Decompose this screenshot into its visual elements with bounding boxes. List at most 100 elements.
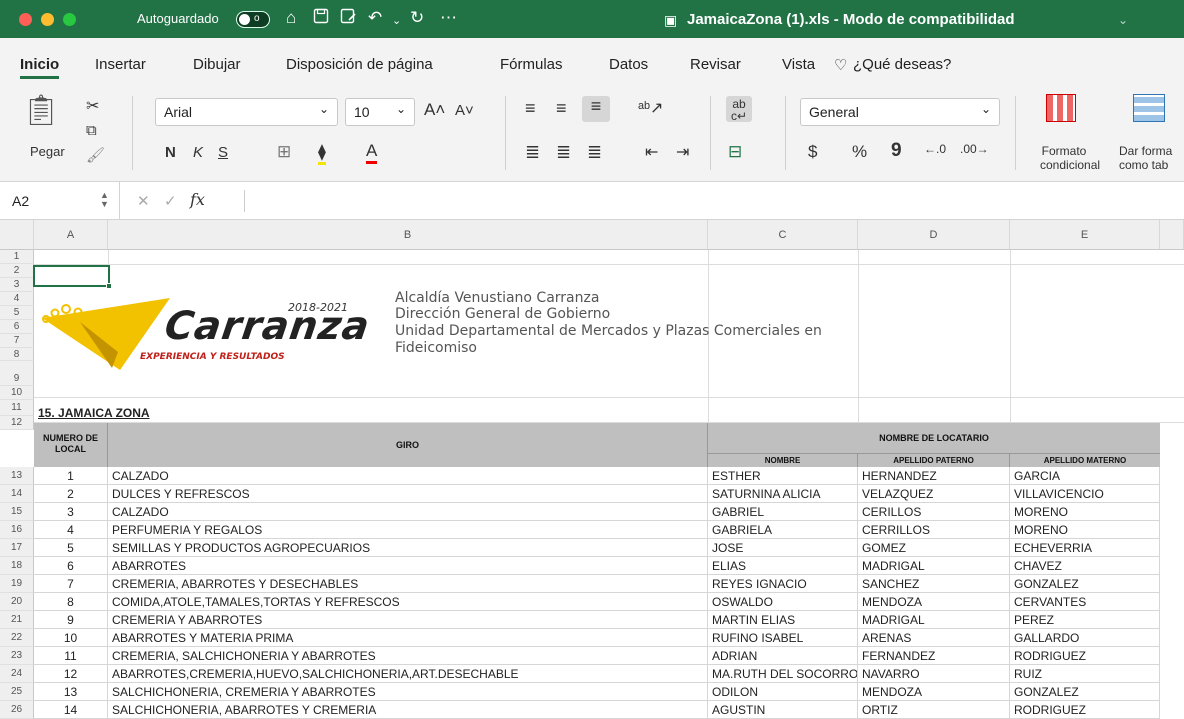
- col-header-d[interactable]: D: [858, 220, 1010, 250]
- cell-nombre[interactable]: AGUSTIN: [708, 701, 858, 719]
- row-header[interactable]: 20: [0, 593, 34, 611]
- cell-materno[interactable]: MORENO: [1010, 521, 1160, 539]
- wrap-text-icon[interactable]: ab c↵: [726, 96, 752, 122]
- minimize-window-button[interactable]: [41, 13, 54, 26]
- cell-num[interactable]: 1: [34, 467, 108, 485]
- cell-materno[interactable]: GONZALEZ: [1010, 575, 1160, 593]
- cell-nombre[interactable]: ADRIAN: [708, 647, 858, 665]
- conditional-format-icon[interactable]: [1046, 94, 1076, 122]
- row-header[interactable]: 7: [0, 334, 34, 348]
- increase-font-icon[interactable]: A˄: [424, 100, 445, 120]
- cell-paterno[interactable]: CERRILLOS: [858, 521, 1010, 539]
- decrease-font-icon[interactable]: A˅: [455, 102, 474, 119]
- cell-giro[interactable]: SALCHICHONERIA, CREMERIA Y ABARROTES: [108, 683, 708, 701]
- cell-num[interactable]: 13: [34, 683, 108, 701]
- merge-center-icon[interactable]: ⊟: [728, 142, 742, 162]
- autosave-toggle[interactable]: o: [236, 11, 270, 28]
- cell-materno[interactable]: MORENO: [1010, 503, 1160, 521]
- align-left-icon[interactable]: ≣: [525, 142, 540, 163]
- cell-materno[interactable]: GALLARDO: [1010, 629, 1160, 647]
- col-header-f[interactable]: [1160, 220, 1184, 250]
- cell-giro[interactable]: DULCES Y REFRESCOS: [108, 485, 708, 503]
- conditional-format-button[interactable]: Formato condicional: [1040, 144, 1100, 172]
- font-size-select[interactable]: 10 ⌄: [345, 98, 415, 126]
- tab-disposicion[interactable]: Disposición de página: [286, 56, 433, 73]
- cell-paterno[interactable]: SANCHEZ: [858, 575, 1010, 593]
- row-header[interactable]: 22: [0, 629, 34, 647]
- cell-num[interactable]: 9: [34, 611, 108, 629]
- save-as-icon[interactable]: [340, 8, 357, 29]
- orientation-icon[interactable]: ᵃᵇ↗: [638, 98, 663, 118]
- cell-num[interactable]: 14: [34, 701, 108, 719]
- col-header-c[interactable]: C: [708, 220, 858, 250]
- cell-materno[interactable]: GONZALEZ: [1010, 683, 1160, 701]
- row-header[interactable]: 10: [0, 386, 34, 400]
- row-header[interactable]: 6: [0, 320, 34, 334]
- row-header[interactable]: 1: [0, 250, 34, 264]
- name-box[interactable]: A2 ▲ ▼: [0, 182, 120, 220]
- format-as-table-button[interactable]: Dar forma como tab: [1119, 144, 1172, 172]
- cell-num[interactable]: 8: [34, 593, 108, 611]
- percent-button[interactable]: %: [852, 142, 867, 162]
- cell-nombre[interactable]: ESTHER: [708, 467, 858, 485]
- cell-paterno[interactable]: MENDOZA: [858, 683, 1010, 701]
- comma-style-button[interactable]: 9: [891, 140, 902, 162]
- paste-icon[interactable]: 📋︎: [22, 96, 60, 126]
- font-name-select[interactable]: Arial ⌄: [155, 98, 338, 126]
- cell-num[interactable]: 3: [34, 503, 108, 521]
- row-header[interactable]: 3: [0, 278, 34, 292]
- cell-paterno[interactable]: MADRIGAL: [858, 611, 1010, 629]
- row-header[interactable]: 4: [0, 292, 34, 306]
- cell-nombre[interactable]: ODILON: [708, 683, 858, 701]
- align-top-icon[interactable]: ≡: [525, 98, 536, 119]
- tab-revisar[interactable]: Revisar: [690, 56, 741, 73]
- cut-icon[interactable]: ✂: [86, 96, 99, 116]
- cell-paterno[interactable]: FERNANDEZ: [858, 647, 1010, 665]
- bold-button[interactable]: N: [165, 144, 176, 161]
- fill-color-icon[interactable]: ⧫: [318, 142, 326, 165]
- cell-paterno[interactable]: CERILLOS: [858, 503, 1010, 521]
- tab-insertar[interactable]: Insertar: [95, 56, 146, 73]
- cell-nombre[interactable]: REYES IGNACIO: [708, 575, 858, 593]
- row-header[interactable]: 18: [0, 557, 34, 575]
- cell-nombre[interactable]: RUFINO ISABEL: [708, 629, 858, 647]
- format-painter-icon[interactable]: 🖌︎: [86, 146, 105, 164]
- row-header[interactable]: 19: [0, 575, 34, 593]
- select-all-corner[interactable]: [0, 220, 34, 250]
- cell-num[interactable]: 4: [34, 521, 108, 539]
- tab-formulas[interactable]: Fórmulas: [500, 56, 563, 73]
- undo-dropdown-icon[interactable]: ⌄: [392, 11, 401, 31]
- cell-materno[interactable]: GARCIA: [1010, 467, 1160, 485]
- row-header[interactable]: 12: [0, 416, 34, 430]
- row-header[interactable]: 23: [0, 647, 34, 665]
- cell-num[interactable]: 11: [34, 647, 108, 665]
- col-header-e[interactable]: E: [1010, 220, 1160, 250]
- cell-num[interactable]: 6: [34, 557, 108, 575]
- tab-datos[interactable]: Datos: [609, 56, 648, 73]
- underline-button[interactable]: S: [218, 144, 228, 161]
- undo-icon[interactable]: ↶: [368, 8, 382, 28]
- cell-nombre[interactable]: MA.RUTH DEL SOCORRO: [708, 665, 858, 683]
- borders-icon[interactable]: ⊞: [277, 142, 291, 162]
- row-header[interactable]: 8: [0, 348, 34, 361]
- cell-nombre[interactable]: GABRIELA: [708, 521, 858, 539]
- close-window-button[interactable]: [19, 13, 32, 26]
- cell-paterno[interactable]: VELAZQUEZ: [858, 485, 1010, 503]
- cell-num[interactable]: 10: [34, 629, 108, 647]
- cell-paterno[interactable]: MADRIGAL: [858, 557, 1010, 575]
- cell-paterno[interactable]: HERNANDEZ: [858, 467, 1010, 485]
- cell-materno[interactable]: VILLAVICENCIO: [1010, 485, 1160, 503]
- row-header[interactable]: 9: [0, 361, 34, 386]
- cell-materno[interactable]: CHAVEZ: [1010, 557, 1160, 575]
- row-header[interactable]: 25: [0, 683, 34, 701]
- save-icon[interactable]: [313, 8, 329, 29]
- home-icon[interactable]: ⌂: [286, 8, 296, 28]
- cell-giro[interactable]: ABARROTES,CREMERIA,HUEVO,SALCHICHONERIA,…: [108, 665, 708, 683]
- cell-paterno[interactable]: MENDOZA: [858, 593, 1010, 611]
- tell-me-search[interactable]: ¿Qué deseas?: [853, 56, 951, 73]
- align-middle-icon[interactable]: ≡: [556, 98, 567, 119]
- row-header[interactable]: 16: [0, 521, 34, 539]
- align-center-icon[interactable]: ≣: [556, 142, 571, 163]
- cell-giro[interactable]: SEMILLAS Y PRODUCTOS AGROPECUARIOS: [108, 539, 708, 557]
- cell-paterno[interactable]: ARENAS: [858, 629, 1010, 647]
